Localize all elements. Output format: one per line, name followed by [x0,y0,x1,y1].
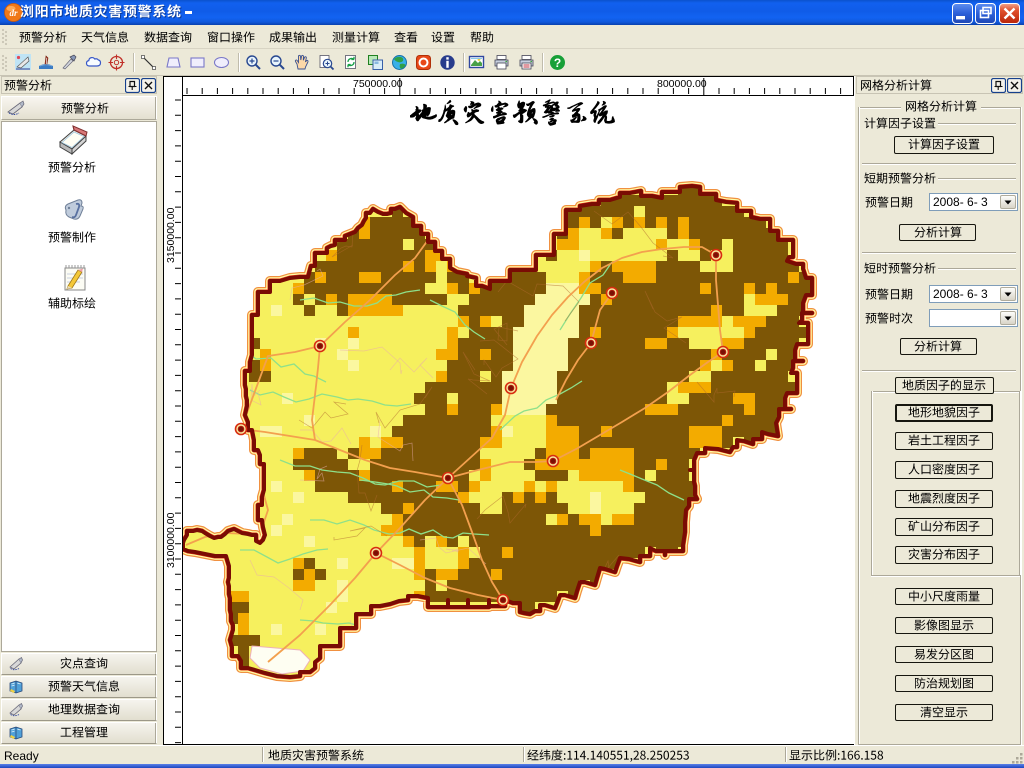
svg-text:dr: dr [9,8,18,18]
svg-text:?: ? [554,56,561,70]
